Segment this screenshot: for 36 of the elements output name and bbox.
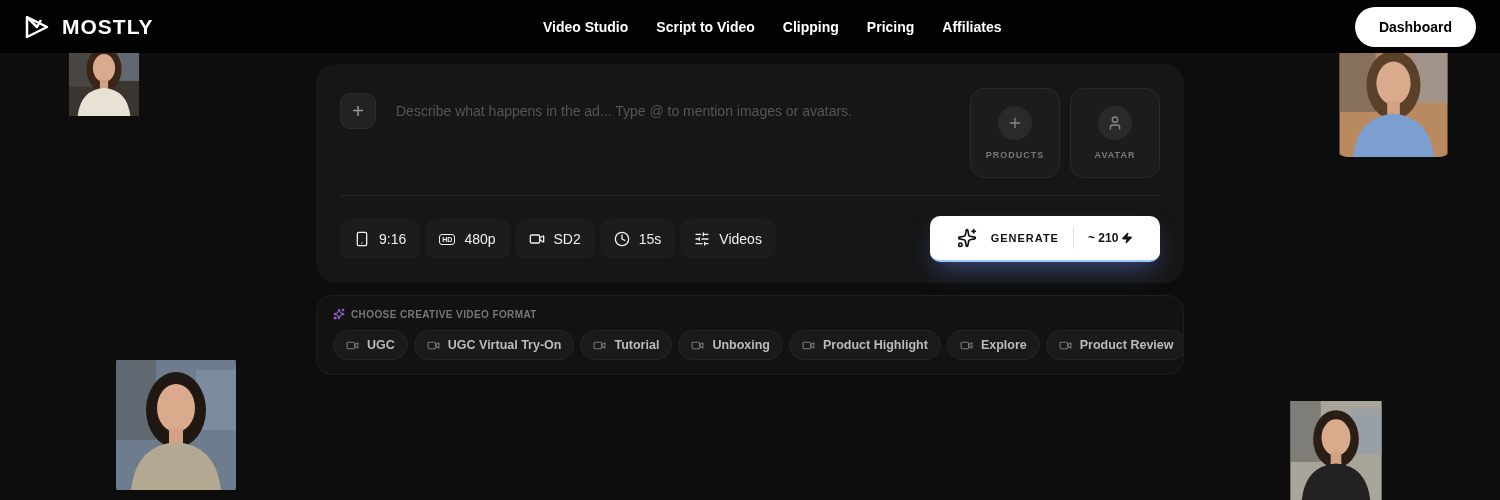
video-camera-icon [528,231,545,247]
bolt-icon [1121,232,1134,244]
dashboard-button[interactable]: Dashboard [1354,6,1476,47]
format-chip[interactable]: Unboxing [678,330,783,360]
credit-cost: ~ 210 [1087,231,1134,245]
phone-icon [354,231,370,247]
option-button[interactable]: 9:16 [340,219,421,259]
attach-button[interactable]: + [340,93,376,129]
sparkles-icon [333,308,345,320]
nav-link[interactable]: Affiliates [942,18,1002,35]
format-chip[interactable]: UGC Virtual Try-On [413,330,575,360]
format-chip[interactable]: Tutorial [580,330,673,360]
format-chip[interactable]: UGC [333,330,408,360]
format-chip[interactable]: Product Review [1045,330,1183,360]
generate-label: GENERATE [990,232,1059,244]
brand-name: MOSTLY [62,14,154,39]
format-title: CHOOSE CREATIVE VIDEO FORMAT [351,308,537,320]
format-chip[interactable]: Explore [946,330,1040,360]
products-button[interactable]: PRODUCTS [970,88,1060,178]
nav-link[interactable]: Pricing [866,18,915,35]
option-button[interactable]: SD2 [514,219,595,259]
generate-button[interactable]: GENERATE ~ 210 [930,216,1160,262]
option-button[interactable]: Videos [680,219,776,259]
logo-icon [24,13,50,40]
prompt-field[interactable]: Describe what happens in the ad... Type @ to mention images or avatars. [386,93,960,129]
plus-icon [1007,115,1023,131]
sparkles-icon [956,228,977,248]
clock-icon [613,231,630,247]
format-chip[interactable]: Product Highlight [789,330,941,360]
avatar-button[interactable]: AVATAR [1070,88,1160,178]
nav-link[interactable]: Script to Video [656,18,755,35]
sliders-icon [694,231,711,247]
person-icon [1107,115,1123,131]
option-button[interactable]: 15s [599,219,676,259]
nav-link[interactable]: Video Studio [543,18,629,35]
nav-link[interactable]: Clipping [782,18,839,35]
